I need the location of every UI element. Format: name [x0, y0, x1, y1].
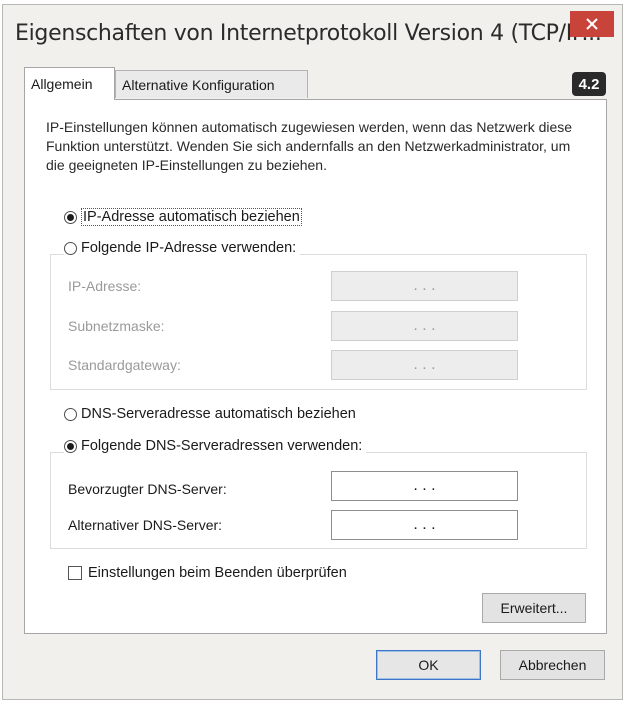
preferred-dns-value: . . .	[413, 477, 436, 494]
ip-manual-label: Folgende IP-Adresse verwenden:	[81, 240, 297, 256]
alternate-dns-input[interactable]: . . .	[331, 510, 518, 540]
tab-allgemein[interactable]: Allgemein	[24, 67, 115, 100]
checkbox-box	[68, 566, 82, 580]
description-text: IP-Einstellungen können automatisch zuge…	[46, 119, 573, 173]
window-title: Eigenschaften von Internetprotokoll Vers…	[15, 21, 602, 46]
ip-manual-radio[interactable]: Folgende IP-Adresse verwenden:	[64, 240, 301, 256]
radio-selected-icon	[64, 210, 77, 224]
preferred-dns-label: Bevorzugter DNS-Server:	[68, 481, 227, 497]
default-gateway-value: . . .	[413, 356, 436, 373]
tab-alternative-konfiguration[interactable]: Alternative Konfiguration	[115, 70, 308, 98]
advanced-button[interactable]: Erweitert...	[482, 593, 586, 623]
subnet-mask-input[interactable]: . . .	[331, 311, 518, 341]
subnet-mask-value: . . .	[413, 317, 436, 334]
alternate-dns-value: . . .	[413, 516, 436, 533]
tab-label: Alternative Konfiguration	[122, 76, 275, 93]
radio-unselected-icon	[64, 407, 77, 421]
dns-manual-label: Folgende DNS-Serveradressen verwenden:	[81, 438, 363, 454]
ip-address-label: IP-Adresse:	[68, 278, 142, 294]
alternate-dns-label: Alternativer DNS-Server:	[68, 517, 223, 533]
cancel-button-label: Abbrechen	[518, 657, 587, 673]
preferred-dns-input[interactable]: . . .	[331, 471, 518, 501]
cancel-button[interactable]: Abbrechen	[500, 650, 605, 680]
step-badge: 4.2	[572, 72, 606, 96]
validate-on-exit-checkbox[interactable]: Einstellungen beim Beenden überprüfen	[68, 565, 347, 581]
default-gateway-input[interactable]: . . .	[331, 350, 518, 380]
close-icon	[586, 18, 598, 30]
subnet-mask-label: Subnetzmaske:	[68, 318, 165, 334]
title-bar[interactable]: Eigenschaften von Internetprotokoll Vers…	[3, 5, 622, 63]
radio-selected-icon	[64, 439, 77, 453]
tab-label: Allgemein	[31, 76, 93, 92]
ip-auto-label: IP-Adresse automatisch beziehen	[81, 208, 302, 226]
ip-auto-radio[interactable]: IP-Adresse automatisch beziehen	[64, 208, 302, 226]
ip-address-input[interactable]: . . .	[331, 271, 518, 301]
dns-auto-radio[interactable]: DNS-Serveradresse automatisch beziehen	[64, 406, 356, 422]
default-gateway-label: Standardgateway:	[68, 357, 181, 373]
close-button[interactable]	[570, 11, 614, 37]
dns-auto-label: DNS-Serveradresse automatisch beziehen	[81, 406, 356, 422]
radio-unselected-icon	[64, 241, 77, 255]
ok-button-label: OK	[418, 657, 439, 673]
ip-address-value: . . .	[413, 277, 436, 294]
advanced-button-label: Erweitert...	[500, 600, 568, 616]
validate-on-exit-label: Einstellungen beim Beenden überprüfen	[88, 565, 347, 581]
ok-button[interactable]: OK	[376, 650, 481, 680]
dns-manual-radio[interactable]: Folgende DNS-Serveradressen verwenden:	[64, 438, 367, 454]
